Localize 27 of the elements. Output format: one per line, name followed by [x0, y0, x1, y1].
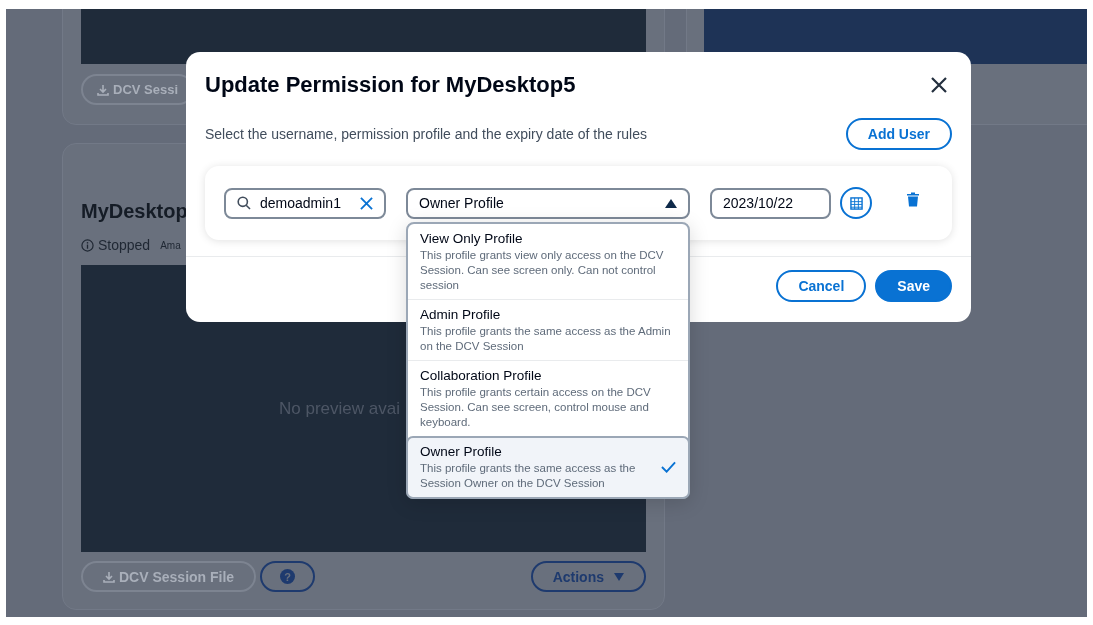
download-icon — [103, 570, 115, 583]
add-user-button[interactable]: Add User — [845, 118, 952, 150]
username-field[interactable]: demoadmin1 — [224, 187, 386, 219]
status-label: Stopped — [98, 237, 151, 253]
clear-icon[interactable] — [360, 196, 373, 210]
profile-option[interactable]: View Only Profile This profile grants view only access on the DCV Session. Can see screen only. Can not control session — [408, 223, 688, 299]
caret-icon — [665, 198, 677, 208]
cancel-button[interactable]: Cancel — [776, 270, 867, 302]
profile-option[interactable]: Admin Profile This profile grants the same access as the Admin on the DCV Session — [408, 298, 688, 360]
profile-option[interactable]: Owner Profile This profile grants the same access as the Session Owner on the DCV Session — [406, 435, 690, 499]
instance-label: Ama — [160, 239, 181, 251]
date-field[interactable]: 2023/10/22 — [710, 187, 831, 219]
session-title: MyDesktop — [81, 200, 188, 223]
profile-select[interactable]: Owner Profile — [406, 187, 690, 219]
close-icon — [931, 77, 947, 93]
search-icon — [237, 196, 251, 210]
info-icon — [81, 238, 94, 252]
delete-icon[interactable] — [907, 191, 919, 207]
calendar-icon — [849, 196, 863, 210]
caret-icon — [614, 572, 624, 581]
download-icon — [97, 83, 109, 96]
dialog-title: Update Permission for MyDesktop5 — [205, 72, 576, 98]
dialog-description: Select the username, permission profile and the expiry date of the rules — [205, 126, 648, 142]
check-icon — [661, 460, 676, 473]
save-button[interactable]: Save — [875, 270, 952, 302]
calendar-button[interactable] — [840, 187, 872, 219]
profile-option[interactable]: Collaboration Profile This profile grants certain access on the DCV Session. Can see screen, control mouse and keyboard. — [408, 359, 688, 436]
